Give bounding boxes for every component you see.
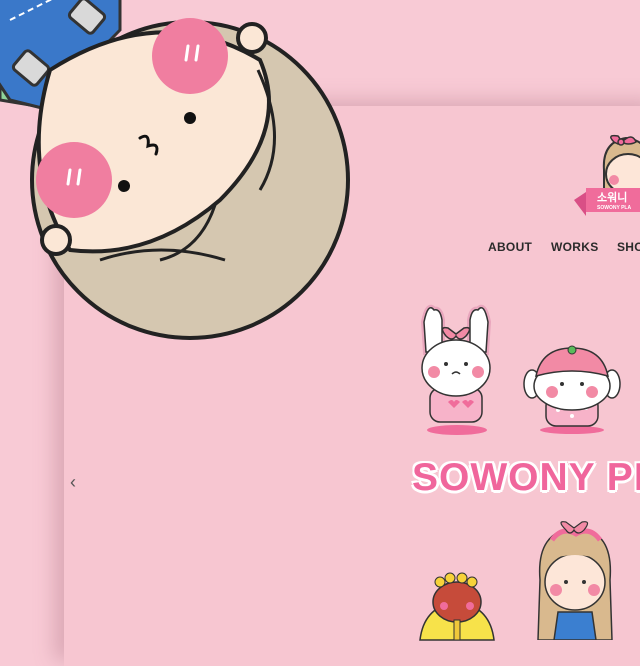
puppy-character-icon (523, 345, 621, 434)
logo-text: 소워니 (597, 192, 628, 204)
nav-about[interactable]: ABOUT (488, 240, 532, 254)
bunny-character-icon (420, 304, 492, 435)
flower-character-icon (419, 572, 495, 641)
prev-slide-arrow[interactable]: ‹ (70, 472, 76, 493)
large-character-icon (0, 0, 350, 340)
nav-shop[interactable]: SHO (617, 240, 640, 254)
logo-subtext: SOWONY PLA (597, 205, 632, 211)
girl-character-icon (537, 521, 613, 640)
hero-title: SOWONY PL (412, 456, 640, 499)
nav-works[interactable]: WORKS (551, 240, 599, 254)
